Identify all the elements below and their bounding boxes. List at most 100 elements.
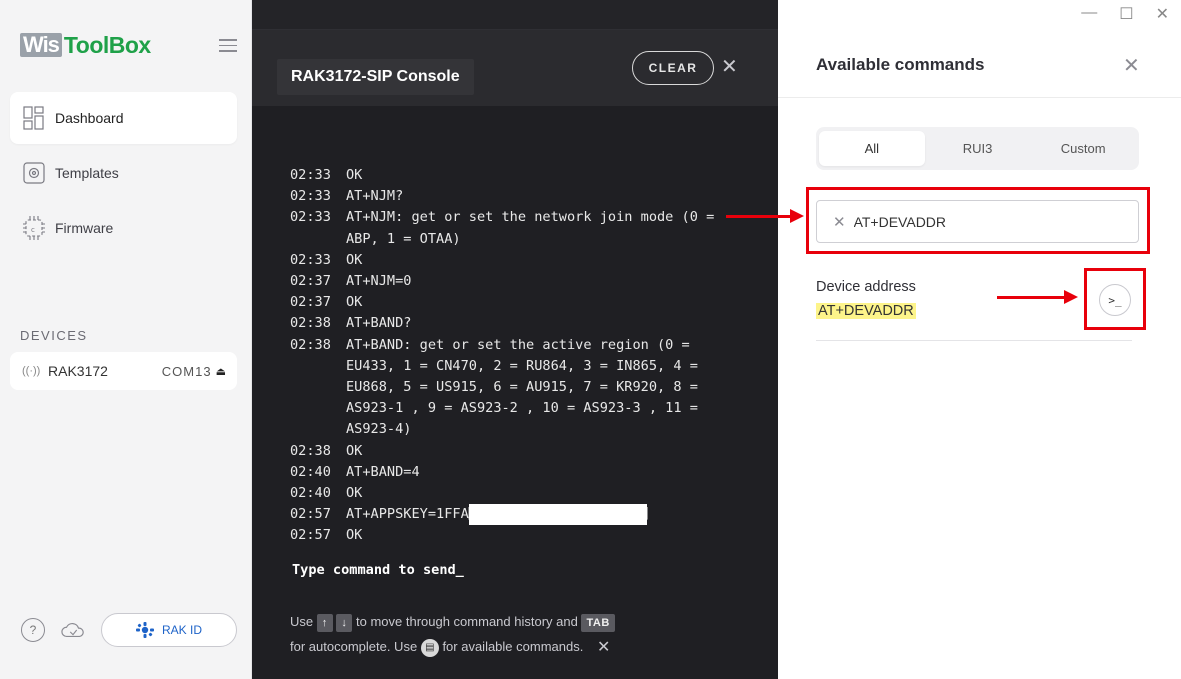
log-line: 02:38 AT+BAND: get or set the active regi…	[290, 335, 740, 441]
command-search-input[interactable]	[853, 213, 1124, 230]
tab-custom[interactable]: Custom	[1030, 131, 1136, 166]
hint-line2b: for available commands.	[442, 639, 584, 654]
log-text: OK	[346, 251, 363, 268]
log-text: OK	[346, 485, 363, 502]
nav-templates-label: Templates	[55, 165, 119, 181]
command-search: ✕	[816, 200, 1139, 243]
log-time: 02:37	[290, 273, 331, 290]
log-time: 02:38	[290, 442, 331, 459]
console-top-bar	[252, 0, 778, 30]
log-time: 02:40	[290, 463, 331, 480]
clear-search-icon[interactable]: ✕	[833, 213, 846, 231]
nav-dashboard[interactable]: Dashboard	[10, 92, 237, 144]
log-time: 02:33	[290, 167, 331, 183]
log-text: AT+NJM: get or set the network join mode…	[346, 209, 723, 247]
arrow-up-key: ↑	[316, 613, 333, 632]
log-line: 02:57 AT+APPSKEY=1FFA ████████████████████…	[290, 504, 740, 526]
dashboard-icon	[23, 106, 45, 130]
wistoolbox-logo: Wis ToolBox	[20, 33, 151, 57]
result-title: Device address	[816, 279, 916, 295]
panel-close-icon[interactable]: ✕	[1123, 53, 1140, 78]
log-line: 02:37 OK	[290, 292, 740, 313]
nav-dashboard-label: Dashboard	[55, 110, 124, 126]
rak-id-label: RAK ID	[161, 623, 202, 637]
log-line: 02:40 AT+BAND=4	[290, 462, 740, 483]
device-item-rak3172[interactable]: ((·)) RAK3172 COM13 ⏏	[10, 352, 237, 390]
arrow-down-key: ↓	[336, 613, 353, 632]
log-line: 02:38 AT+BAND?	[290, 313, 740, 334]
log-line: 02:33 OK	[290, 250, 740, 271]
logo-wis: Wis	[20, 33, 62, 57]
log-line: 02:33 OK	[290, 165, 740, 186]
commands-list-icon: ▤	[420, 638, 439, 657]
device-port: COM13 ⏏	[162, 364, 227, 379]
nav-templates[interactable]: Templates	[10, 147, 237, 199]
minimize-icon[interactable]: —	[1081, 4, 1097, 24]
close-icon[interactable]: ✕	[721, 57, 738, 77]
console-title: RAK3172-SIP Console	[277, 59, 474, 95]
log-time: 02:33	[290, 209, 331, 226]
log-text: OK	[346, 294, 363, 311]
clear-button[interactable]: CLEAR	[632, 51, 714, 85]
hint-close-icon[interactable]: ✕	[597, 635, 610, 660]
cloud-sync-icon[interactable]	[61, 618, 85, 642]
console-hint: Use ↑ ↓ to move through command history …	[290, 609, 690, 660]
log-line: 02:38 OK	[290, 441, 740, 462]
devices-header: DEVICES	[20, 328, 88, 343]
log-time: 02:57	[290, 506, 331, 523]
rak-id-button[interactable]: RAK ID	[101, 613, 237, 647]
window-controls: — ☐ ✕	[1081, 4, 1169, 24]
help-icon[interactable]: ?	[21, 618, 45, 642]
hint-use: Use	[290, 614, 314, 629]
console-panel: RAK3172-SIP Console CLEAR ✕ 02:33 OK 02:33…	[252, 0, 778, 679]
menu-icon[interactable]	[219, 39, 237, 53]
command-input[interactable]: Type command to send_	[292, 562, 464, 578]
tab-all[interactable]: All	[819, 131, 925, 166]
nav-firmware[interactable]: c Firmware	[10, 202, 237, 254]
maximize-icon[interactable]: ☐	[1119, 4, 1133, 24]
chip-icon: c	[23, 216, 45, 240]
templates-icon	[23, 161, 45, 185]
hint-line2a: for autocomplete. Use	[290, 639, 418, 654]
svg-text:c: c	[31, 226, 35, 234]
log-time: 02:33	[290, 251, 331, 268]
log-text: AT+APPSKEY=1FFA	[346, 506, 469, 523]
log-text: AT+NJM?	[346, 188, 404, 205]
log-time: 02:33	[290, 188, 331, 205]
log-line: 02:40 OK	[290, 483, 740, 504]
result-command: AT+DEVADDR	[816, 303, 916, 319]
log-text: AT+NJM=0	[346, 273, 412, 290]
command-result-item[interactable]: Device address AT+DEVADDR >_	[816, 270, 1132, 341]
log-line: 02:33 AT+NJM?	[290, 186, 740, 207]
log-time: 02:38	[290, 315, 331, 332]
log-text: OK	[346, 442, 363, 459]
signal-icon: ((·))	[22, 365, 41, 377]
device-name: RAK3172	[48, 363, 108, 379]
command-tabs: All RUI3 Custom	[816, 127, 1139, 170]
log-line: 02:37 AT+NJM=0	[290, 271, 740, 292]
sidebar: Wis ToolBox Dashboard Templates c Firmwa…	[0, 0, 252, 679]
panel-title: Available commands	[816, 55, 985, 74]
logo-toolbox: ToolBox	[63, 32, 151, 58]
commands-panel-header: Available commands ✕	[778, 30, 1181, 98]
console-log: 02:33 OK 02:33 AT+NJM? 02:33 AT+NJM: get or s…	[290, 165, 740, 547]
log-time: 02:38	[290, 336, 331, 353]
log-line: 02:57 OK	[290, 525, 740, 546]
nav-firmware-label: Firmware	[55, 220, 114, 236]
log-time: 02:40	[290, 485, 331, 502]
eject-icon[interactable]: ⏏	[216, 365, 227, 378]
run-command-icon[interactable]: >_	[1099, 284, 1131, 316]
log-time: 02:57	[290, 527, 331, 544]
log-text: OK	[346, 167, 363, 183]
log-text: OK	[346, 527, 363, 544]
log-text: AT+BAND?	[346, 315, 412, 332]
log-line: 02:33 AT+NJM: get or set the network join…	[290, 207, 740, 249]
log-text: AT+BAND=4	[346, 463, 420, 480]
rak-logo-icon	[135, 622, 154, 638]
log-text: AT+BAND: get or set the active region (0…	[346, 336, 707, 438]
window-close-icon[interactable]: ✕	[1156, 4, 1169, 24]
hint-middle: to move through command history and	[356, 614, 578, 629]
tab-key: TAB	[581, 613, 615, 632]
tab-rui3[interactable]: RUI3	[925, 131, 1031, 166]
commands-panel: — ☐ ✕ Available commands ✕ All RUI3 Cust…	[778, 0, 1181, 679]
